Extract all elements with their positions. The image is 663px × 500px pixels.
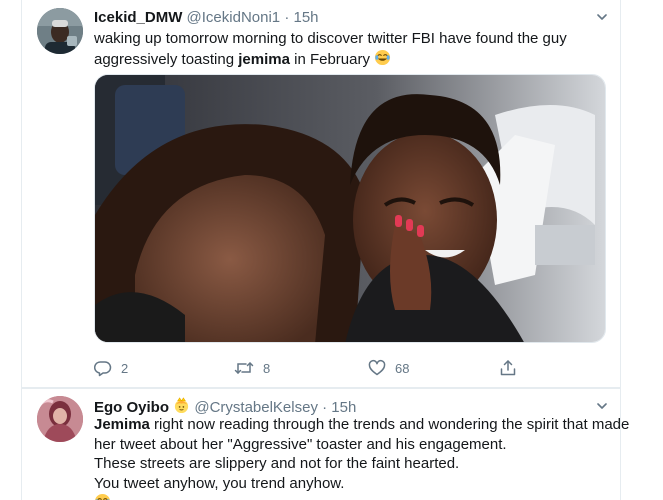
avatar[interactable] <box>37 396 83 442</box>
tweet-text-line: her tweet about her "Aggressive" toaster… <box>94 435 507 453</box>
joy-emoji-icon <box>95 493 110 500</box>
highlighted-term[interactable]: jemima <box>238 51 290 68</box>
display-name[interactable]: Icekid_DMW <box>94 9 182 26</box>
tweet-actions: 2 8 68 <box>94 357 534 379</box>
photo-image <box>95 75 605 342</box>
tweet[interactable]: Ego Oyibo @CrystabelKelsey · 15h Jemima … <box>22 389 629 500</box>
share-icon <box>500 360 516 376</box>
tweet-photo[interactable] <box>94 74 606 343</box>
user-handle[interactable]: @IcekidNoni1 <box>187 9 281 26</box>
tweet-text: Jemima right now reading through the tre… <box>94 415 629 500</box>
like-count: 68 <box>395 360 410 376</box>
header-separator: · <box>322 399 328 416</box>
tweet-text-fragment: right now reading through the trends and… <box>149 416 630 433</box>
tweet-text-fragment: aggressively toasting <box>94 51 239 68</box>
avatar[interactable] <box>37 8 83 54</box>
princess-emoji-icon <box>175 397 189 414</box>
tweet-text-line: You tweet anyhow, you trend anyhow. <box>94 474 345 492</box>
tweet-text: waking up tomorrow morning to discover t… <box>94 29 614 70</box>
avatar-photo <box>37 396 83 442</box>
header-separator: · <box>284 9 290 26</box>
retweet-icon <box>234 362 254 374</box>
display-name[interactable]: Ego Oyibo <box>94 399 169 416</box>
highlighted-term[interactable]: Jemima <box>94 416 150 433</box>
tweet-header: Icekid_DMW @IcekidNoni1 · 15h <box>94 9 319 26</box>
tweet-header: Ego Oyibo @CrystabelKelsey · 15h <box>94 397 356 416</box>
user-handle[interactable]: @CrystabelKelsey <box>194 399 318 416</box>
reply-count: 2 <box>121 360 129 376</box>
tweet-text-line: waking up tomorrow morning to discover t… <box>94 30 567 47</box>
like-icon <box>368 359 386 376</box>
tweet-text-line: Jemima right now reading through the tre… <box>94 415 629 435</box>
avatar-photo <box>37 8 83 54</box>
tweet-text-line <box>94 493 614 500</box>
like-button[interactable]: 68 <box>368 357 409 379</box>
joy-emoji-icon <box>375 49 391 66</box>
retweet-button[interactable]: 8 <box>234 357 270 379</box>
share-button[interactable] <box>499 357 517 379</box>
reply-button[interactable]: 2 <box>94 357 128 379</box>
tweet[interactable]: Icekid_DMW @IcekidNoni1 · 15h waking up … <box>22 0 620 388</box>
timestamp[interactable]: 15h <box>293 9 318 26</box>
tweet-text-fragment: in February <box>289 51 375 68</box>
retweet-count: 8 <box>263 360 271 376</box>
tweet-text-line: These streets are slippery and not for t… <box>94 455 460 472</box>
caret-down-icon[interactable] <box>597 401 607 411</box>
tweet-text-line: aggressively toasting jemima in February <box>94 49 614 70</box>
timestamp[interactable]: 15h <box>331 399 356 416</box>
reply-icon <box>94 361 112 377</box>
timeline: Icekid_DMW @IcekidNoni1 · 15h waking up … <box>0 0 663 500</box>
caret-down-icon[interactable] <box>597 12 607 22</box>
